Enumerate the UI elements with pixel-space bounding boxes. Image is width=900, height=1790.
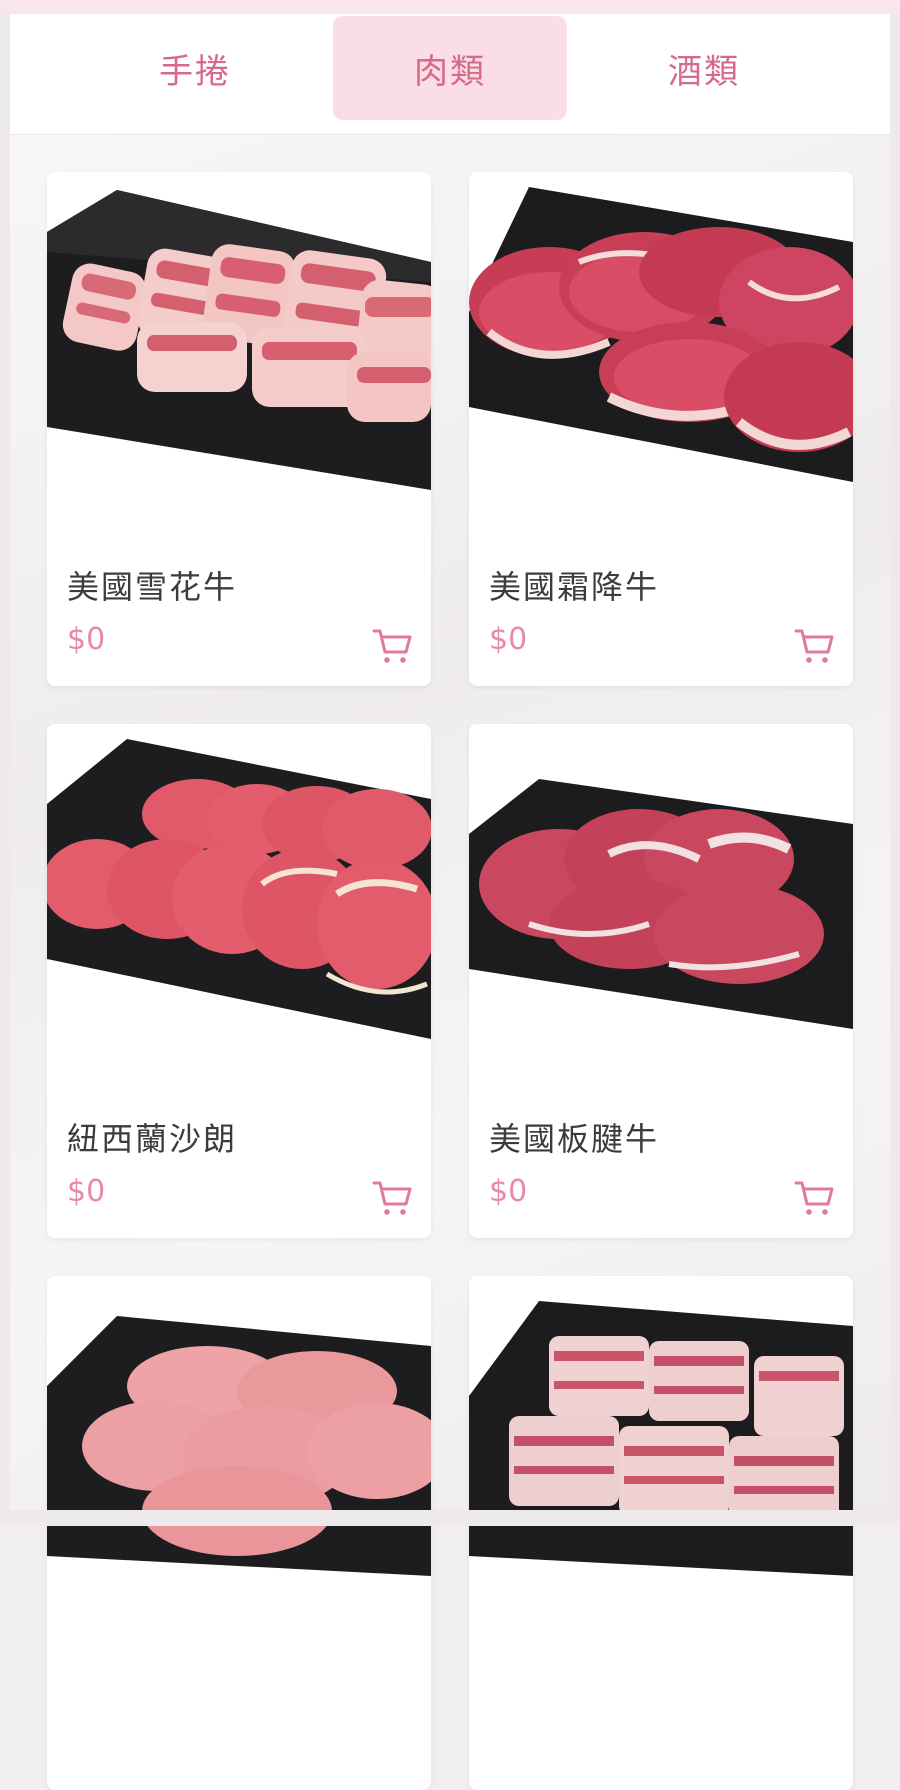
tab-drinks[interactable]: 酒類 [587,16,821,120]
product-price: $0 [67,622,106,657]
tab-hand-rolls[interactable]: 手捲 [78,16,312,120]
cart-icon[interactable] [371,624,413,666]
product-image [47,172,431,532]
product-name: 美國雪花牛 [67,568,238,606]
product-card[interactable]: 紐西蘭沙朗 $0 [47,724,431,1238]
frame-right [890,14,900,1526]
product-image [47,724,431,1084]
tab-meat[interactable]: 肉類 [333,16,567,120]
cart-icon[interactable] [793,1176,835,1218]
product-card[interactable] [47,1276,431,1790]
bottom-strip [0,1510,900,1526]
product-price: $0 [489,1174,528,1209]
product-card[interactable]: 美國雪花牛 $0 [47,172,431,686]
product-name: 美國板腱牛 [489,1120,660,1158]
product-card[interactable]: 美國板腱牛 $0 [469,724,853,1238]
product-image [47,1276,431,1636]
frame-left [0,14,10,1526]
product-image [469,724,853,1084]
product-card[interactable] [469,1276,853,1790]
category-tabs: 手捲 肉類 酒類 [10,14,890,135]
cart-icon[interactable] [793,624,835,666]
product-image [469,1276,853,1636]
product-price: $0 [489,622,528,657]
product-price: $0 [67,1174,106,1209]
product-name: 紐西蘭沙朗 [67,1120,238,1158]
product-image [469,172,853,532]
product-card[interactable]: 美國霜降牛 $0 [469,172,853,686]
cart-icon[interactable] [371,1176,413,1218]
product-list: 美國雪花牛 $0 美國霜降牛 $0 紐西蘭沙朗 $0 美國板腱牛 $0 [10,135,890,1790]
product-name: 美國霜降牛 [489,568,660,606]
top-strip [0,0,900,14]
